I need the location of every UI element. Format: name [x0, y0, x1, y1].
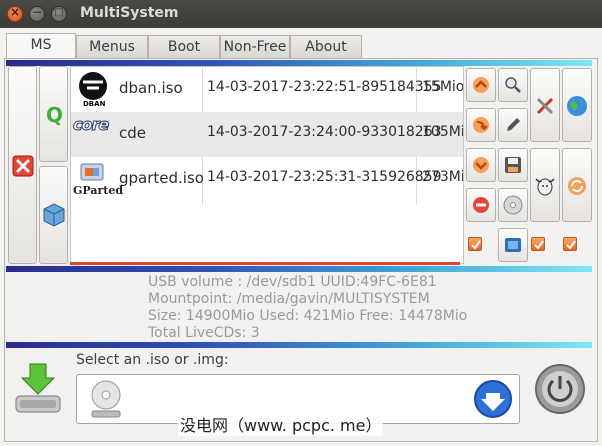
entry-name: cde — [119, 124, 146, 142]
disk-icon — [91, 380, 121, 418]
virtualbox-button[interactable] — [39, 166, 68, 264]
delete-icon — [12, 155, 34, 177]
drive-download-icon — [15, 363, 61, 413]
move-bottom-button[interactable] — [466, 148, 496, 182]
power-button[interactable] — [534, 363, 586, 415]
gparted-logo: GParted — [73, 160, 123, 200]
arrow-down-icon — [474, 380, 512, 418]
mountpoint-info: Mountpoint: /media/gavin/MULTISYSTEM — [148, 291, 430, 307]
delete-button[interactable] — [8, 66, 37, 264]
maximize-window-button[interactable]: □ — [51, 6, 67, 22]
download-button[interactable] — [562, 68, 592, 142]
entry-date: 14-03-2017-23:22:51-895184355 — [207, 79, 442, 95]
tab-ms[interactable]: MS — [6, 33, 76, 59]
tab-about[interactable]: About — [290, 35, 362, 59]
entry-size: 15Mio — [422, 79, 464, 95]
qemu-icon: Q — [46, 103, 64, 127]
usb-volume-info: USB volume : /dev/sdb1 UUID:49FC-6E81 — [148, 274, 437, 290]
floppy-icon — [505, 157, 521, 173]
refresh-icon — [568, 177, 586, 195]
core-logo-text: core — [72, 115, 109, 135]
search-button[interactable] — [498, 68, 528, 102]
redo-arrow-icon — [473, 117, 489, 133]
option-checkbox[interactable] — [563, 237, 577, 251]
browse-button[interactable] — [473, 379, 515, 419]
virtualbox-icon — [43, 203, 65, 227]
power-icon — [535, 364, 585, 414]
move-up-button[interactable] — [466, 68, 496, 102]
install-drive-button[interactable] — [12, 362, 64, 418]
title-bar: × − □ MultiSystem — [0, 0, 602, 28]
globe-icon — [567, 96, 587, 116]
option-checkbox[interactable] — [531, 237, 545, 251]
close-window-button[interactable]: × — [7, 5, 23, 22]
window-title: MultiSystem — [80, 5, 179, 21]
cd-icon — [503, 195, 523, 215]
checkmark-icon — [471, 240, 481, 250]
tab-boot[interactable]: Boot — [148, 35, 220, 59]
entry-date: 14-03-2017-23:24:00-933018263 — [207, 124, 442, 140]
search-icon — [505, 77, 521, 93]
update-button[interactable] — [562, 148, 592, 222]
tools-icon — [536, 97, 554, 115]
livecd-list[interactable]: DBAN dban.iso 14-03-2017-23:22:51-895184… — [70, 66, 464, 264]
cdrom-button[interactable] — [498, 188, 528, 222]
disk-image-icon — [505, 238, 521, 252]
entry-name: gparted.iso — [119, 169, 204, 187]
checkmark-icon — [534, 240, 544, 250]
watermark-text: 没电网（www. pcpc. me） — [178, 412, 384, 436]
dban-logo-text: DBAN — [83, 100, 106, 108]
option-checkbox[interactable] — [468, 237, 482, 251]
list-item[interactable]: GParted gparted.iso 14-03-2017-23:25:31-… — [71, 157, 464, 202]
chevron-up-icon — [473, 77, 489, 93]
gnu-icon — [535, 178, 555, 196]
pencil-icon — [507, 118, 520, 131]
checkmark-icon — [566, 240, 576, 250]
qemu-button[interactable]: Q — [39, 66, 68, 162]
tab-menus[interactable]: Menus — [76, 35, 148, 59]
tools-button[interactable] — [530, 68, 560, 142]
stop-icon — [473, 197, 489, 213]
chevron-down-icon — [473, 157, 489, 173]
edit-button[interactable] — [498, 108, 528, 142]
bottom-gradient-bar — [6, 342, 592, 348]
save-button[interactable] — [498, 148, 528, 182]
select-iso-label: Select an .iso or .img: — [76, 352, 229, 368]
total-livecds-info: Total LiveCDs: 3 — [148, 325, 260, 341]
core-logo: core — [72, 115, 117, 155]
dban-logo: DBAN — [73, 70, 117, 110]
minimize-window-button[interactable]: − — [29, 5, 45, 22]
entry-size: 273Mi — [422, 169, 464, 185]
size-info: Size: 14900Mio Used: 421Mio Free: 14478M… — [148, 308, 468, 324]
progress-bar — [70, 262, 460, 265]
entry-size: 105Mi — [422, 124, 464, 140]
maximize-icon: □ — [54, 7, 64, 18]
close-icon: × — [9, 5, 21, 19]
gnu-button[interactable] — [530, 148, 560, 222]
virtual-drive-button[interactable] — [498, 228, 528, 262]
list-item[interactable]: core cde 14-03-2017-23:24:00-933018263 1… — [71, 112, 464, 157]
minimize-icon: − — [31, 5, 43, 19]
middle-gradient-bar — [6, 266, 592, 272]
tab-non-free[interactable]: Non-Free — [220, 35, 290, 59]
move-down-button[interactable] — [466, 108, 496, 142]
gparted-logo-text: GParted — [73, 184, 124, 197]
entry-date: 14-03-2017-23:25:31-315926859 — [207, 169, 442, 185]
remove-entry-button[interactable] — [466, 188, 496, 222]
list-item[interactable]: DBAN dban.iso 14-03-2017-23:22:51-895184… — [71, 67, 464, 112]
entry-name: dban.iso — [119, 79, 183, 97]
